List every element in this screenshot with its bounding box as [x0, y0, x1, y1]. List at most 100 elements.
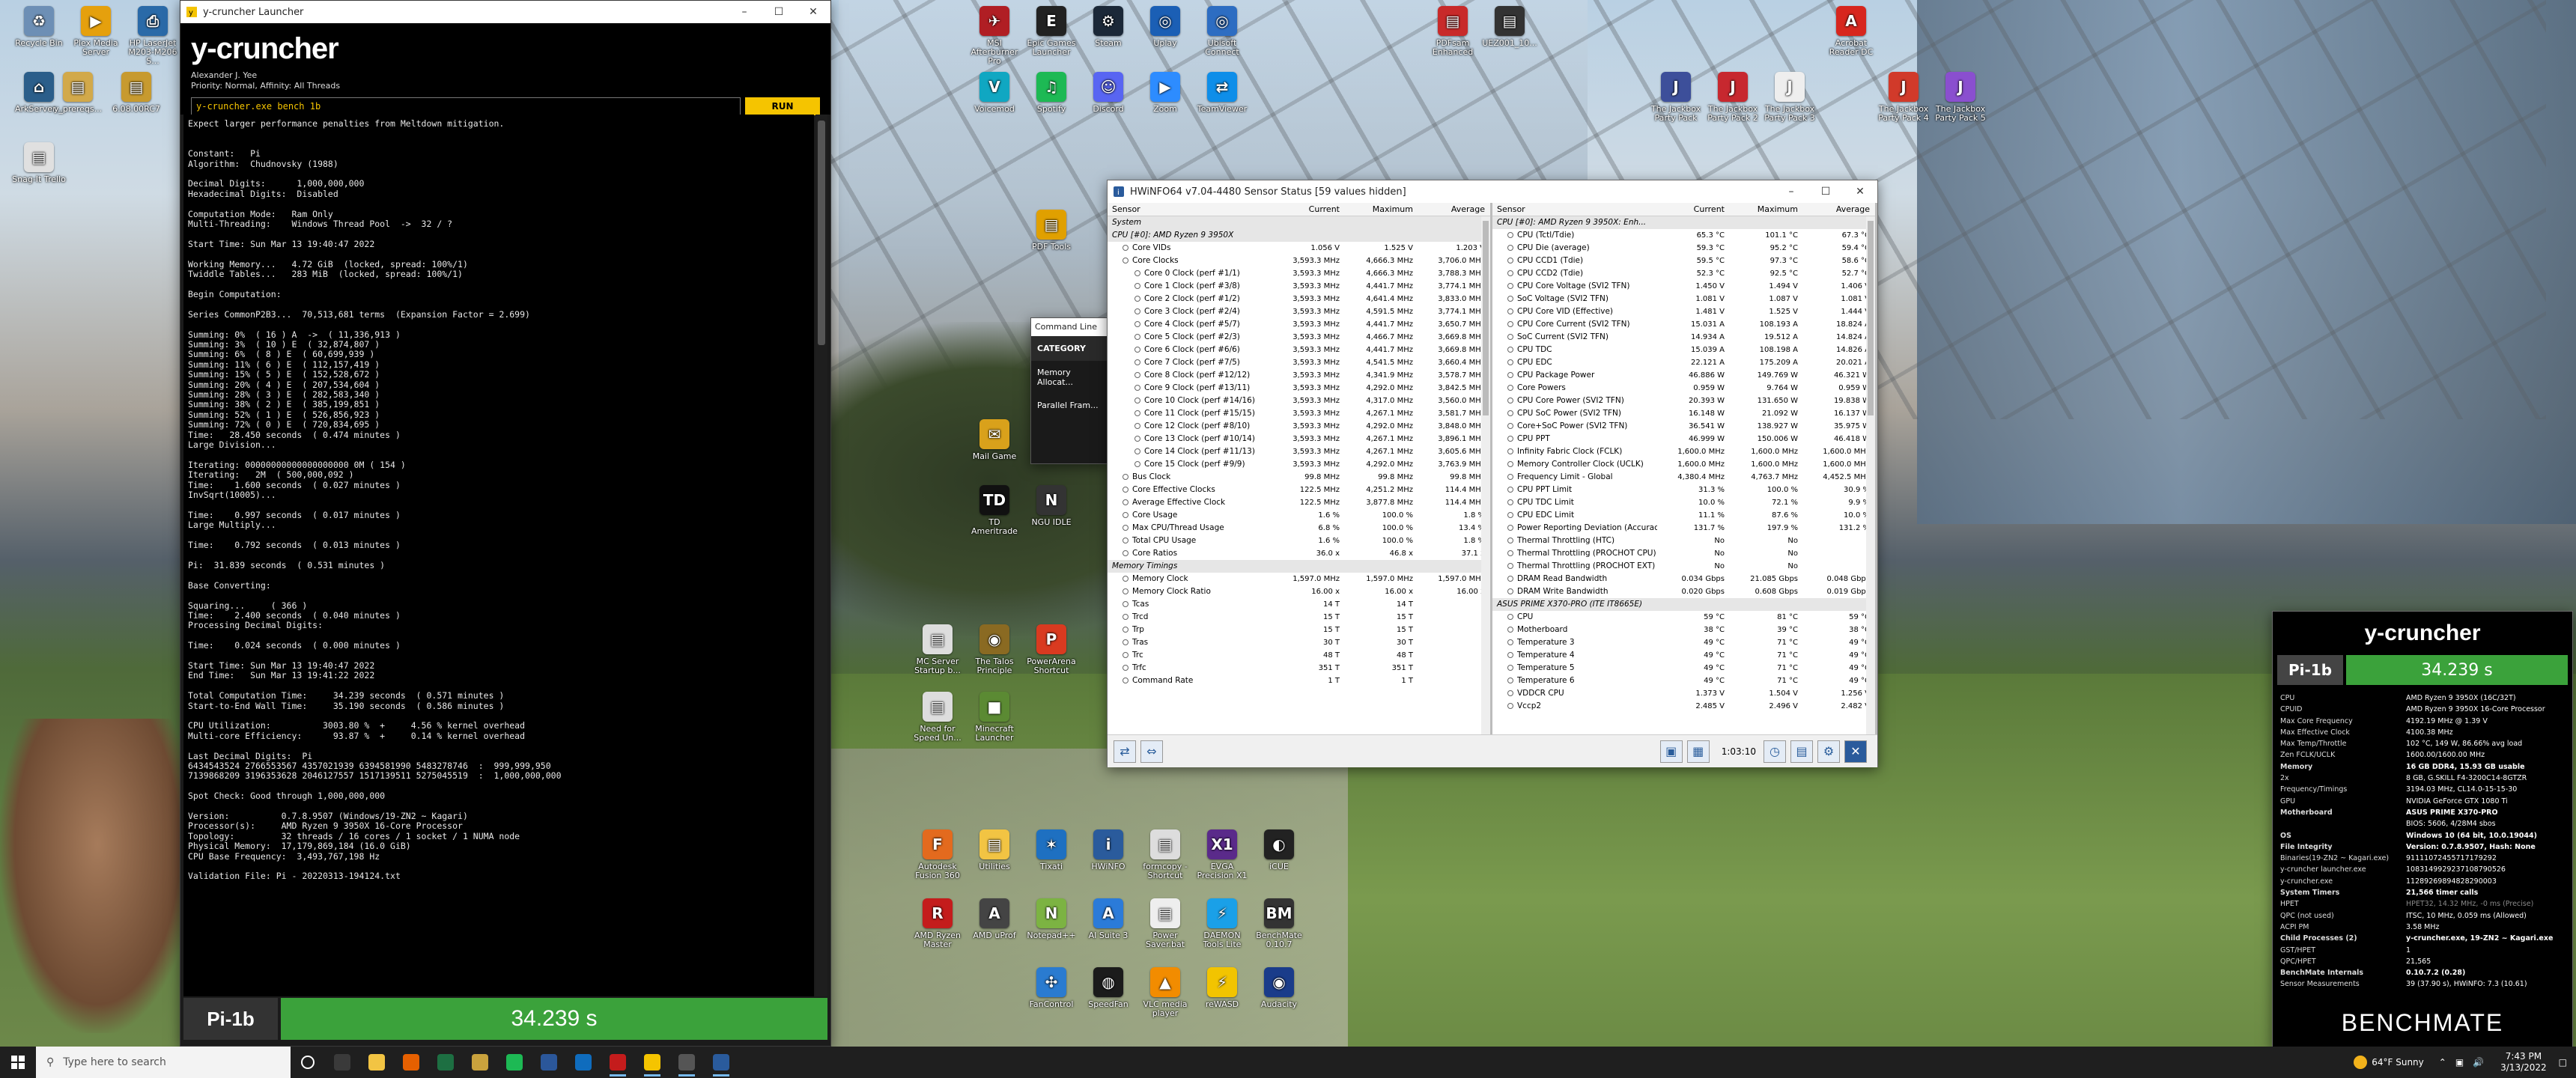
sensor-scrollbar-left[interactable] [1481, 216, 1490, 734]
col-max[interactable]: Maximum [1344, 203, 1418, 216]
taskbar-search[interactable]: ⚲ Type here to search [36, 1047, 291, 1078]
desktop-icon[interactable]: ⚙ Steam [1080, 6, 1137, 69]
sensor-row[interactable]: CPU Core VID (Effective) 1.481 V 1.525 V 1.… [1492, 305, 1875, 318]
log-icon[interactable]: ▤ [1790, 740, 1813, 763]
desktop-icon[interactable]: ◐ iCUE [1251, 829, 1307, 892]
chevron-up-icon[interactable]: ⌃ [2439, 1057, 2446, 1068]
desktop-icon[interactable]: X1 EVGA Precision X1 [1194, 829, 1251, 892]
clock[interactable]: 7:43 PM 3/13/2022 [2500, 1051, 2547, 1074]
sensor-row[interactable]: CPU TDC Limit 10.0 % 72.1 % 9.9 % [1492, 496, 1875, 509]
desktop-icon[interactable]: ▤ PDFsam Enhanced [1424, 6, 1481, 69]
desktop-icon[interactable]: ◎ Uplay [1137, 6, 1194, 69]
desktop-icon[interactable]: ▤ Power Saver.bat [1137, 898, 1194, 961]
sensor-row[interactable]: Temperature 4 49 °C 71 °C 49 °C [1492, 649, 1875, 662]
desktop-icon[interactable]: ▤ UEZ001_10... [1481, 6, 1538, 69]
desktop-icon[interactable]: ▤ Need for Speed Un... [909, 692, 966, 755]
col-current[interactable]: Current [1657, 203, 1729, 216]
desktop-icon[interactable]: E Epic Games Launcher [1023, 6, 1080, 69]
double-arrow-icon[interactable]: ⇔ [1140, 740, 1163, 763]
report-icon[interactable]: ▦ [1686, 740, 1710, 763]
ycruncher-titlebar[interactable]: y y-cruncher Launcher – ☐ ✕ [180, 1, 830, 23]
close-icon[interactable]: ✕ [1844, 740, 1867, 763]
sensor-row[interactable]: SoC Current (SVI2 TFN) 14.934 A 19.512 A 14… [1492, 331, 1875, 344]
maximize-icon[interactable]: ☐ [1808, 180, 1843, 203]
sensor-row[interactable]: Core+SoC Power (SVI2 TFN) 36.541 W 138.927… [1492, 420, 1875, 433]
network-icon[interactable]: ▣ [2455, 1057, 2464, 1068]
volume-icon[interactable]: 🔊 [2473, 1057, 2484, 1068]
desktop-icon[interactable]: ▤ PDF Tools [1023, 210, 1080, 272]
taskbar-task-view-icon[interactable] [325, 1047, 359, 1078]
desktop-icon[interactable]: ✣ FanControl [1023, 967, 1080, 1030]
desktop-icon[interactable]: A AMD uProf [966, 898, 1023, 961]
col-max[interactable]: Maximum [1729, 203, 1802, 216]
taskbar-spotify-icon[interactable] [497, 1047, 532, 1078]
desktop-icon[interactable]: ▤ MC Server Startup b... [909, 624, 966, 687]
sensor-row[interactable]: Power Reporting Deviation (Accuracy) 131.… [1492, 522, 1875, 535]
sensor-row[interactable]: Trcd 15 T 15 T [1108, 611, 1490, 624]
sensor-row[interactable]: Core 3 Clock (perf #2/4) 3,593.3 MHz 4,591… [1108, 305, 1490, 318]
sensor-row[interactable]: Core 9 Clock (perf #13/11) 3,593.3 MHz 4,2… [1108, 382, 1490, 395]
sensor-row[interactable]: CPU Core Voltage (SVI2 TFN) 1.450 V 1.494 … [1492, 280, 1875, 293]
sensor-row[interactable]: VDDCR CPU 1.373 V 1.504 V 1.256 V [1492, 687, 1875, 700]
sensor-row[interactable]: SoC Voltage (SVI2 TFN) 1.081 V 1.087 V 1.08… [1492, 293, 1875, 305]
sensor-row[interactable]: DRAM Write Bandwidth 0.020 Gbps 0.608 Gbps… [1492, 585, 1875, 598]
console-scrollbar[interactable] [815, 115, 827, 996]
desktop-icon[interactable]: J The Jackbox Party Pack 4 [1875, 72, 1932, 135]
sensor-row[interactable]: CPU Die (average) 59.3 °C 95.2 °C 59.4 °C [1492, 242, 1875, 255]
sensor-row[interactable]: Vccp2 2.485 V 2.496 V 2.482 V [1492, 700, 1875, 713]
col-current[interactable]: Current [1272, 203, 1344, 216]
arrow-left-right-icon[interactable]: ⇄ [1114, 740, 1136, 763]
sensor-row[interactable]: Core 8 Clock (perf #12/12) 3,593.3 MHz 4,3… [1108, 369, 1490, 382]
sensor-row[interactable]: CPU CCD1 (Tdie) 59.5 °C 97.3 °C 58.6 °C [1492, 255, 1875, 267]
maximize-icon[interactable]: ☐ [762, 1, 796, 23]
sensor-row[interactable]: Thermal Throttling (HTC) No No [1492, 535, 1875, 547]
taskbar-msi-afterburner-icon[interactable] [601, 1047, 635, 1078]
desktop-icon[interactable]: J The Jackbox Party Pack 2 [1704, 72, 1761, 135]
desktop-icon[interactable]: V Voicemod [966, 72, 1023, 135]
weather-widget[interactable]: 64°F Sunny [2354, 1056, 2424, 1069]
sensor-row[interactable]: Max CPU/Thread Usage 6.8 % 100.0 % 13.4 % [1108, 522, 1490, 535]
sensor-row[interactable]: Memory Clock 1,597.0 MHz 1,597.0 MHz 1,597.… [1108, 573, 1490, 585]
windows-start-button[interactable] [0, 1047, 36, 1078]
sensor-row[interactable]: Core 6 Clock (perf #6/6) 3,593.3 MHz 4,441… [1108, 344, 1490, 356]
desktop-icon[interactable]: J The Jackbox Party Pack 5 [1932, 72, 1989, 135]
sensor-row[interactable]: CPU EDC 22.121 A 175.209 A 20.021 A [1492, 356, 1875, 369]
run-button[interactable]: RUN [745, 97, 820, 115]
taskbar-folder-app-icon[interactable] [463, 1047, 497, 1078]
scrollbar-thumb[interactable] [818, 121, 825, 345]
sensor-row[interactable]: Trp 15 T 15 T [1108, 624, 1490, 636]
sensor-row[interactable]: Core Usage 1.6 % 100.0 % 1.8 % [1108, 509, 1490, 522]
sensor-row[interactable]: CPU Core Power (SVI2 TFN) 20.393 W 131.650… [1492, 395, 1875, 407]
taskbar-file-explorer-icon[interactable] [359, 1047, 394, 1078]
desktop-icon[interactable]: ▶ Zoom [1137, 72, 1194, 135]
col-sensor[interactable]: Sensor [1492, 203, 1657, 216]
sensor-row[interactable]: Core 13 Clock (perf #10/14) 3,593.3 MHz 4,… [1108, 433, 1490, 445]
menu-item-memory[interactable]: Memory Allocat... [1031, 361, 1108, 394]
sensor-row[interactable]: Average Effective Clock 122.5 MHz 3,877.8 … [1108, 496, 1490, 509]
desktop-icon[interactable]: J The Jackbox Party Pack 3 [1761, 72, 1818, 135]
desktop-icon[interactable]: ✶ Tixati [1023, 829, 1080, 892]
command-input[interactable]: y-cruncher.exe bench 1b [191, 97, 741, 115]
sensor-row[interactable]: Command Rate 1 T 1 T [1108, 674, 1490, 687]
minimize-icon[interactable]: – [727, 1, 762, 23]
desktop-icon[interactable]: ◉ Audacity [1251, 967, 1307, 1030]
sensor-row[interactable]: CPU CCD2 (Tdie) 52.3 °C 92.5 °C 52.7 °C [1492, 267, 1875, 280]
desktop-icon[interactable]: ▤ y_prereqs... [49, 72, 106, 135]
sensor-row[interactable]: Core 15 Clock (perf #9/9) 3,593.3 MHz 4,29… [1108, 458, 1490, 471]
sensor-row[interactable]: Memory Controller Clock (UCLK) 1,600.0 MH… [1492, 458, 1875, 471]
desktop-icon[interactable]: ■ Minecraft Launcher [966, 692, 1023, 755]
minimize-icon[interactable]: – [1774, 180, 1808, 203]
col-sensor[interactable]: Sensor [1108, 203, 1272, 216]
desktop-icon[interactable]: A AI Suite 3 [1080, 898, 1137, 961]
network-icon[interactable]: ▣ [1659, 740, 1683, 763]
sensor-row[interactable]: CPU TDC 15.039 A 108.198 A 14.826 A [1492, 344, 1875, 356]
sensor-row[interactable]: Temperature 3 49 °C 71 °C 49 °C [1492, 636, 1875, 649]
desktop-icon[interactable]: ♫ Spotify [1023, 72, 1080, 135]
desktop-icon[interactable]: ⚡ DAEMON Tools Lite [1194, 898, 1251, 961]
sensor-group-row[interactable]: Memory Timings [1108, 560, 1490, 573]
sensor-row[interactable]: Core Effective Clocks 122.5 MHz 4,251.2 MH… [1108, 484, 1490, 496]
sensor-group-row[interactable]: CPU [#0]: AMD Ryzen 9 3950X [1108, 229, 1490, 242]
taskbar-excel-icon[interactable] [428, 1047, 463, 1078]
desktop-icon[interactable]: N Notepad++ [1023, 898, 1080, 961]
taskbar-word-icon[interactable] [532, 1047, 566, 1078]
